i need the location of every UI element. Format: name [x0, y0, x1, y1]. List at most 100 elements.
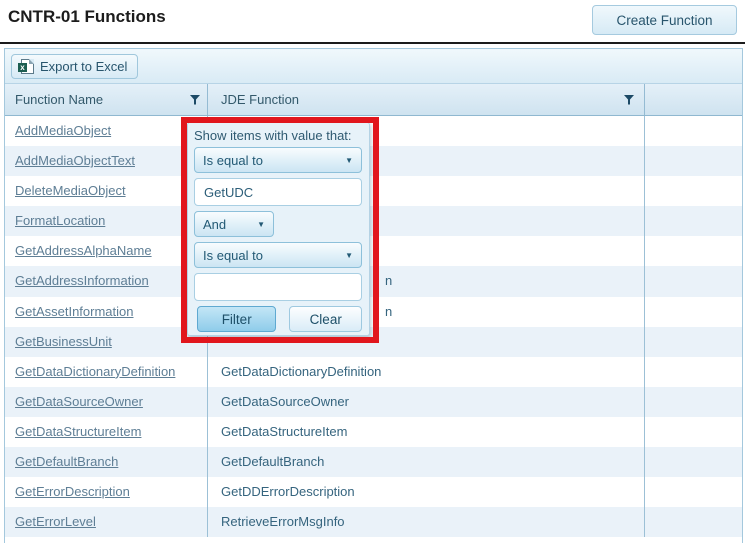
- jde-function-cell: GetDataStructureItem: [208, 417, 645, 447]
- jde-tail: n: [385, 297, 392, 327]
- create-function-button[interactable]: Create Function: [592, 5, 737, 35]
- export-button-label: Export to Excel: [40, 59, 127, 74]
- table-row: GetAddressAlphaName: [5, 236, 742, 266]
- function-name-cell: GetAddressAlphaName: [5, 236, 208, 266]
- function-name-link[interactable]: AddMediaObjectText: [15, 153, 135, 168]
- grid-header-row: Function Name JDE Function: [5, 84, 742, 116]
- filter-popup-buttons: Filter Clear: [194, 306, 362, 332]
- jde-function-text: GetDDErrorDescription: [221, 484, 355, 499]
- jde-function-text: RetrieveErrorMsgInfo: [221, 514, 345, 529]
- function-name-cell: DeleteMediaObject: [5, 176, 208, 206]
- table-row: DeleteMediaObject: [5, 176, 742, 206]
- grid-toolbar: x Export to Excel: [5, 49, 742, 84]
- dropdown-selected-value: Is equal to: [203, 153, 345, 168]
- function-name-link[interactable]: FormatLocation: [15, 213, 105, 228]
- function-name-link[interactable]: GetDefaultBranch: [15, 454, 118, 469]
- filter-button[interactable]: Filter: [197, 306, 276, 332]
- function-name-cell: GetDefaultBranch: [5, 447, 208, 477]
- empty-cell: [645, 266, 742, 296]
- column-header-jde-function[interactable]: JDE Function: [208, 84, 645, 115]
- function-name-cell: AddMediaObjectText: [5, 146, 208, 176]
- jde-tail: n: [385, 266, 392, 296]
- table-row: GetDataDictionaryDefinition GetDataDicti…: [5, 357, 742, 387]
- chevron-down-icon: ▼: [345, 156, 353, 165]
- empty-cell: [645, 477, 742, 507]
- functions-grid: x Export to Excel Function Name JDE Func…: [4, 48, 743, 543]
- table-row: GetAddressInformation n: [5, 266, 742, 296]
- column-filter-popup: Show items with value that: Is equal to …: [187, 122, 370, 336]
- function-name-cell: GetErrorLevel: [5, 507, 208, 537]
- table-row: GetErrorDescription GetDDErrorDescriptio…: [5, 477, 742, 507]
- table-row: FormatLocation: [5, 206, 742, 236]
- jde-function-cell: GetDataSourceOwner: [208, 387, 645, 417]
- function-name-link[interactable]: AddMediaObject: [15, 123, 111, 138]
- jde-function-text: GetDefaultBranch: [221, 454, 324, 469]
- table-row: GetDataStructureItem GetDataStructureIte…: [5, 417, 742, 447]
- filter-funnel-icon[interactable]: [189, 94, 201, 106]
- function-name-cell: GetAddressInformation: [5, 266, 208, 296]
- jde-function-cell: RetrieveErrorMsgInfo: [208, 507, 645, 537]
- title-divider: [0, 42, 745, 44]
- table-body: AddMediaObject AddMediaObjectText Delete…: [5, 116, 742, 537]
- table-row: GetAssetInformation n: [5, 297, 742, 327]
- function-name-link[interactable]: GetAssetInformation: [15, 304, 134, 319]
- function-name-link[interactable]: GetDataSourceOwner: [15, 394, 143, 409]
- function-name-link[interactable]: GetErrorLevel: [15, 514, 96, 529]
- empty-cell: [645, 176, 742, 206]
- jde-function-cell: GetDDErrorDescription: [208, 477, 645, 507]
- column-label: JDE Function: [221, 92, 623, 107]
- function-name-link[interactable]: GetDataStructureItem: [15, 424, 141, 439]
- table-row: AddMediaObject: [5, 116, 742, 146]
- function-name-link[interactable]: GetDataDictionaryDefinition: [15, 364, 175, 379]
- excel-file-icon: x: [21, 59, 34, 74]
- empty-cell: [645, 417, 742, 447]
- table-row: GetDataSourceOwner GetDataSourceOwner: [5, 387, 742, 417]
- filter-popup-title: Show items with value that:: [194, 128, 362, 143]
- filter-value-1-input[interactable]: [194, 178, 362, 206]
- empty-cell: [645, 206, 742, 236]
- table-row: GetBusinessUnit: [5, 327, 742, 357]
- column-header-empty: [645, 84, 742, 115]
- filter-operator-2-dropdown[interactable]: Is equal to ▼: [194, 242, 362, 268]
- function-name-link[interactable]: GetAddressInformation: [15, 273, 149, 288]
- empty-cell: [645, 357, 742, 387]
- table-row: AddMediaObjectText: [5, 146, 742, 176]
- function-name-cell: GetErrorDescription: [5, 477, 208, 507]
- jde-function-cell: GetDefaultBranch: [208, 447, 645, 477]
- excel-x-glyph: x: [18, 63, 27, 72]
- function-name-cell: GetBusinessUnit: [5, 327, 208, 357]
- function-name-cell: GetDataSourceOwner: [5, 387, 208, 417]
- page-fold-icon: [29, 59, 34, 64]
- filter-funnel-icon[interactable]: [623, 94, 635, 106]
- function-name-cell: AddMediaObject: [5, 116, 208, 146]
- filter-operator-1-dropdown[interactable]: Is equal to ▼: [194, 147, 362, 173]
- chevron-down-icon: ▼: [257, 220, 265, 229]
- function-name-link[interactable]: GetErrorDescription: [15, 484, 130, 499]
- function-name-link[interactable]: GetAddressAlphaName: [15, 243, 152, 258]
- export-to-excel-button[interactable]: x Export to Excel: [11, 54, 138, 79]
- dropdown-selected-value: Is equal to: [203, 248, 345, 263]
- empty-cell: [645, 236, 742, 266]
- empty-cell: [645, 116, 742, 146]
- screen: CNTR-01 Functions Create Function x Expo…: [0, 0, 750, 543]
- jde-function-text: GetDataSourceOwner: [221, 394, 349, 409]
- function-name-cell: GetAssetInformation: [5, 297, 208, 327]
- function-name-cell: GetDataDictionaryDefinition: [5, 357, 208, 387]
- empty-cell: [645, 507, 742, 537]
- column-header-function-name[interactable]: Function Name: [5, 84, 208, 115]
- jde-function-cell: GetDataDictionaryDefinition: [208, 357, 645, 387]
- empty-cell: [645, 297, 742, 327]
- table-row: GetDefaultBranch GetDefaultBranch: [5, 447, 742, 477]
- function-name-link[interactable]: DeleteMediaObject: [15, 183, 126, 198]
- empty-cell: [645, 387, 742, 417]
- function-name-link[interactable]: GetBusinessUnit: [15, 334, 112, 349]
- table-row: GetErrorLevel RetrieveErrorMsgInfo: [5, 507, 742, 537]
- empty-cell: [645, 327, 742, 357]
- page-title: CNTR-01 Functions: [8, 7, 166, 27]
- filter-value-2-input[interactable]: [194, 273, 362, 301]
- filter-logic-dropdown[interactable]: And ▼: [194, 211, 274, 237]
- dropdown-selected-value: And: [203, 217, 257, 232]
- clear-button[interactable]: Clear: [289, 306, 362, 332]
- chevron-down-icon: ▼: [345, 251, 353, 260]
- empty-cell: [645, 447, 742, 477]
